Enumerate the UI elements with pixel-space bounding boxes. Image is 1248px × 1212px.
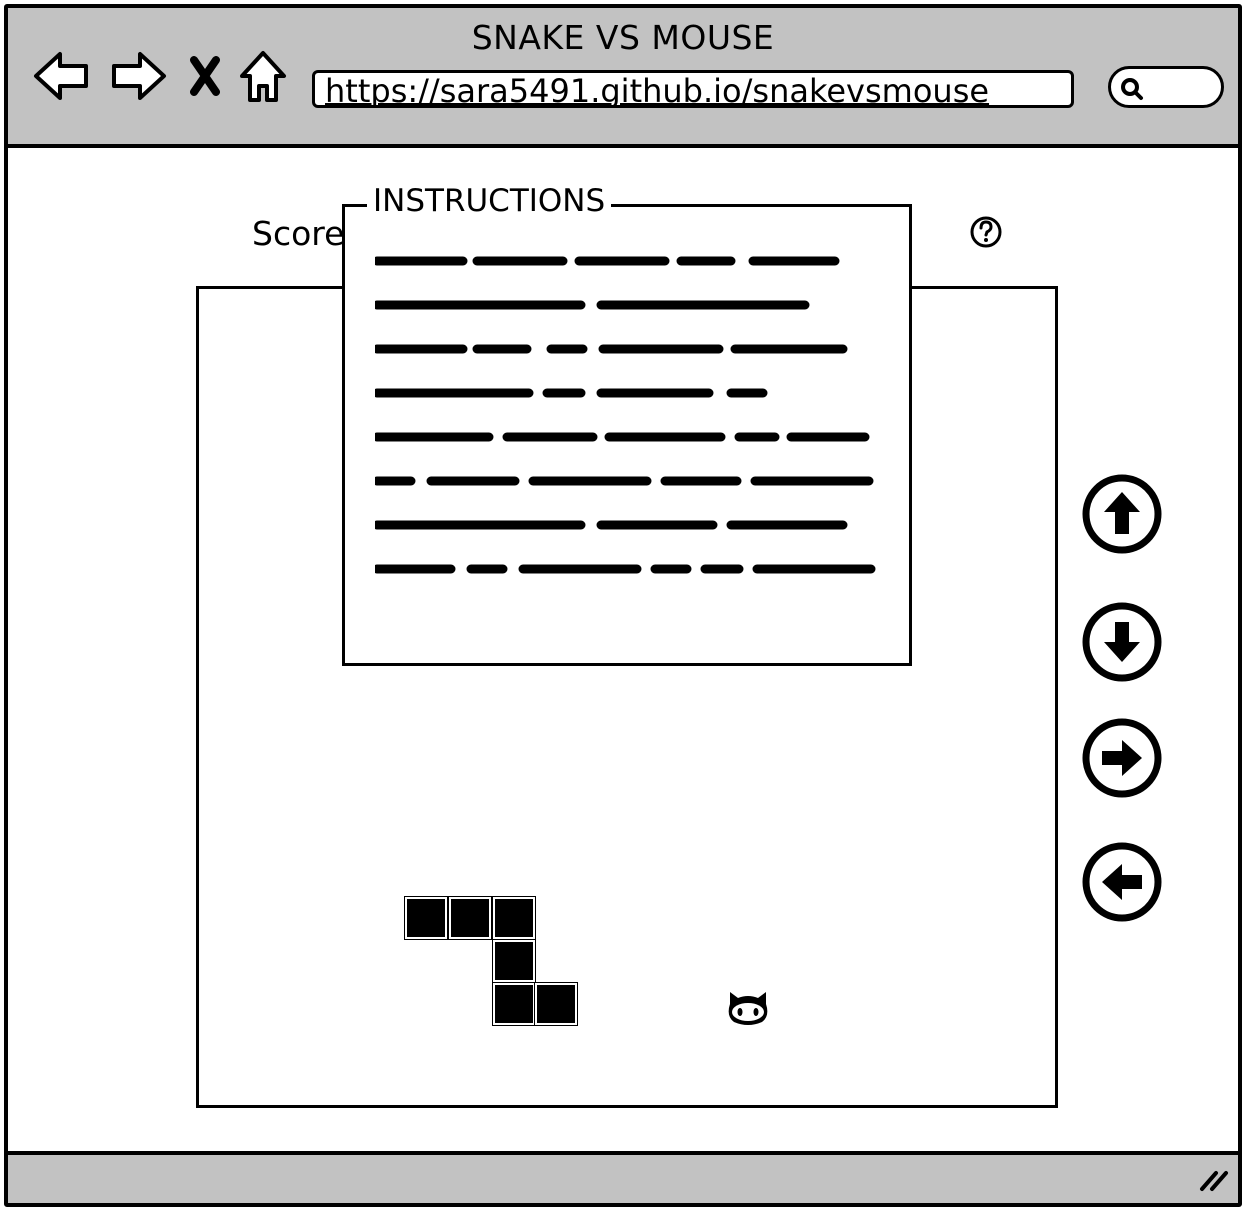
snake-segment [492,939,536,983]
url-bar[interactable]: https://sara5491.github.io/snakevsmouse [312,70,1074,108]
snake-segment [492,982,536,1026]
browser-window: SNAKE VS MOUSE https://sara5491.github.i… [4,4,1242,1207]
arrow-left-circle-icon [1082,842,1162,922]
move-right-button[interactable] [1080,716,1164,800]
arrow-up-circle-icon [1082,474,1162,554]
instructions-title: INSTRUCTIONS [367,183,612,219]
instructions-panel: INSTRUCTIONS [342,183,912,666]
move-up-button[interactable] [1080,472,1164,556]
snake-segment [448,896,492,940]
arrow-down-circle-icon [1082,602,1162,682]
move-left-button[interactable] [1080,840,1164,924]
forward-arrow-icon[interactable] [108,48,168,104]
snake-segment [492,896,536,940]
search-input[interactable] [1108,66,1224,108]
help-icon[interactable] [968,214,1004,254]
instructions-text [375,256,876,574]
status-bar [8,1151,1238,1203]
arrow-right-circle-icon [1082,718,1162,798]
snake-segment [404,896,448,940]
resize-grip-icon[interactable] [1196,1165,1230,1197]
browser-titlebar: SNAKE VS MOUSE https://sara5491.github.i… [8,8,1238,148]
home-icon[interactable] [238,48,288,104]
move-down-button[interactable] [1080,600,1164,684]
search-icon [1117,75,1147,105]
close-icon[interactable] [188,56,222,96]
back-arrow-icon[interactable] [32,48,92,104]
score-label: Score [252,214,345,253]
mouse-icon [724,986,772,1032]
window-title: SNAKE VS MOUSE [471,18,775,57]
snake-segment [534,982,578,1026]
